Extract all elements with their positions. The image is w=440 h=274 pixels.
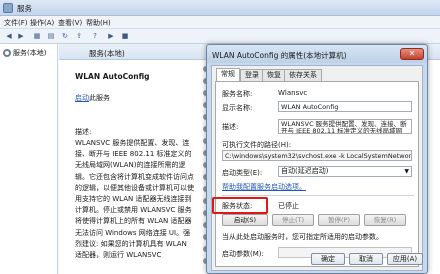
resume-button[interactable]: 恢复(R): [364, 214, 406, 226]
ok-button[interactable]: 确定: [311, 253, 345, 265]
display-name-row: 显示名称:: [222, 103, 252, 113]
display-name-label: 显示名称:: [222, 104, 253, 112]
start-service-link[interactable]: 启动: [75, 94, 89, 102]
apply-button[interactable]: 应用(A): [387, 253, 423, 265]
tab-recovery[interactable]: 恢复: [262, 69, 286, 81]
service-name-label: 服务名称:: [222, 90, 253, 98]
tree-item-services-local[interactable]: 服务(本地): [3, 48, 46, 58]
toolbar: ◀ ▶ ▦ ▤ ↻ ⇪ ? ▶ ■: [0, 29, 440, 44]
export-icon[interactable]: ⇪: [74, 32, 84, 41]
dialog-title-bar: WLAN AutoConfig 的属性(本地计算机) ✕: [207, 45, 427, 63]
dialog-body: 常规 登录 恢复 依存关系 服务名称: Wlansvc 显示名称: WLAN A…: [211, 65, 423, 271]
description-field[interactable]: WLANSVC 服务提供配置、发现、连接、断开与 IEEE 802.11 标准定…: [278, 119, 412, 134]
service-name-row: 服务名称: Wlansvc: [222, 89, 307, 99]
close-button[interactable]: ✕: [400, 48, 424, 60]
window-title: 服务: [17, 4, 32, 13]
tab-dependencies[interactable]: 依存关系: [284, 69, 322, 81]
gear-icon: [3, 49, 11, 57]
divider: [222, 195, 414, 196]
menu-help[interactable]: 帮助(H): [86, 18, 111, 28]
start-params-label: 启动参数(M):: [222, 250, 264, 258]
console-tree-icon[interactable]: ▦: [32, 32, 42, 41]
startup-type-select[interactable]: 自动(延迟启动) ▼: [278, 166, 412, 177]
startup-type-value: 自动(延迟启动): [281, 167, 329, 175]
services-app-icon: [3, 3, 13, 13]
selected-service-name: WLAN AutoConfig: [75, 72, 150, 81]
description-label: 描述:: [75, 128, 92, 136]
help-icon[interactable]: ?: [90, 32, 100, 41]
properties-dialog: WLAN AutoConfig 的属性(本地计算机) ✕ 常规 登录 恢复 依存…: [206, 44, 428, 274]
description-text: WLANSVC 服务提供配置、发现、连接、断开与 IEEE 802.11 标准定…: [75, 139, 194, 260]
service-status-value: 已停止: [278, 202, 299, 210]
dialog-title: WLAN AutoConfig 的属性(本地计算机): [212, 51, 347, 60]
properties-icon[interactable]: ▤: [46, 32, 56, 41]
menu-view[interactable]: 查看(V): [58, 18, 82, 28]
start-button-highlight: [212, 197, 268, 214]
title-bar: 服务: [0, 0, 440, 16]
display-name-field[interactable]: WLAN AutoConfig: [278, 101, 412, 112]
cancel-button[interactable]: 取消: [349, 253, 383, 265]
tab-logon[interactable]: 登录: [240, 69, 264, 81]
start-button[interactable]: 启动(S): [222, 214, 268, 226]
refresh-icon[interactable]: ↻: [60, 32, 70, 41]
startup-type-label: 启动类型(E):: [222, 169, 263, 177]
start-service-link-line: 启动此服务: [75, 94, 110, 102]
exe-path-label: 可执行文件的路径(H):: [222, 141, 292, 149]
tab-general[interactable]: 常规: [216, 68, 240, 82]
forward-icon[interactable]: ▶: [16, 32, 26, 41]
pause-button[interactable]: 暂停(P): [318, 214, 360, 226]
description-row: 描述:: [222, 122, 238, 132]
menu-bar: 文件(F) 操作(A) 查看(V) 帮助(H): [0, 16, 440, 29]
close-icon: ✕: [408, 49, 416, 58]
start-params-hint: 当从此处启动服务时，您可指定所适用的启动参数。: [222, 233, 383, 241]
stop-button[interactable]: 停止(T): [272, 214, 314, 226]
extended-description-pane: WLAN AutoConfig 启动此服务 描述: WLANSVC 服务提供配置…: [59, 60, 199, 274]
general-tab-panel: 服务名称: Wlansvc 显示名称: WLAN AutoConfig 描述: …: [215, 81, 419, 267]
menu-file[interactable]: 文件(F): [4, 18, 28, 28]
exe-path-field[interactable]: C:\windows\system32\svchost.exe -k Local…: [222, 150, 412, 161]
stop-service-icon[interactable]: ■: [120, 32, 130, 41]
menu-action[interactable]: 操作(A): [30, 18, 54, 28]
chevron-down-icon: ▼: [404, 168, 409, 175]
pane-header-title: 服务(本地): [89, 49, 125, 58]
console-tree: 服务(本地): [0, 44, 58, 274]
start-service-icon[interactable]: ▶: [106, 32, 116, 41]
help-configure-link[interactable]: 帮助我配置服务启动选项。: [222, 182, 306, 192]
description-label: 描述:: [222, 123, 239, 131]
service-name-value: Wlansvc: [278, 89, 308, 97]
back-icon[interactable]: ◀: [4, 32, 14, 41]
